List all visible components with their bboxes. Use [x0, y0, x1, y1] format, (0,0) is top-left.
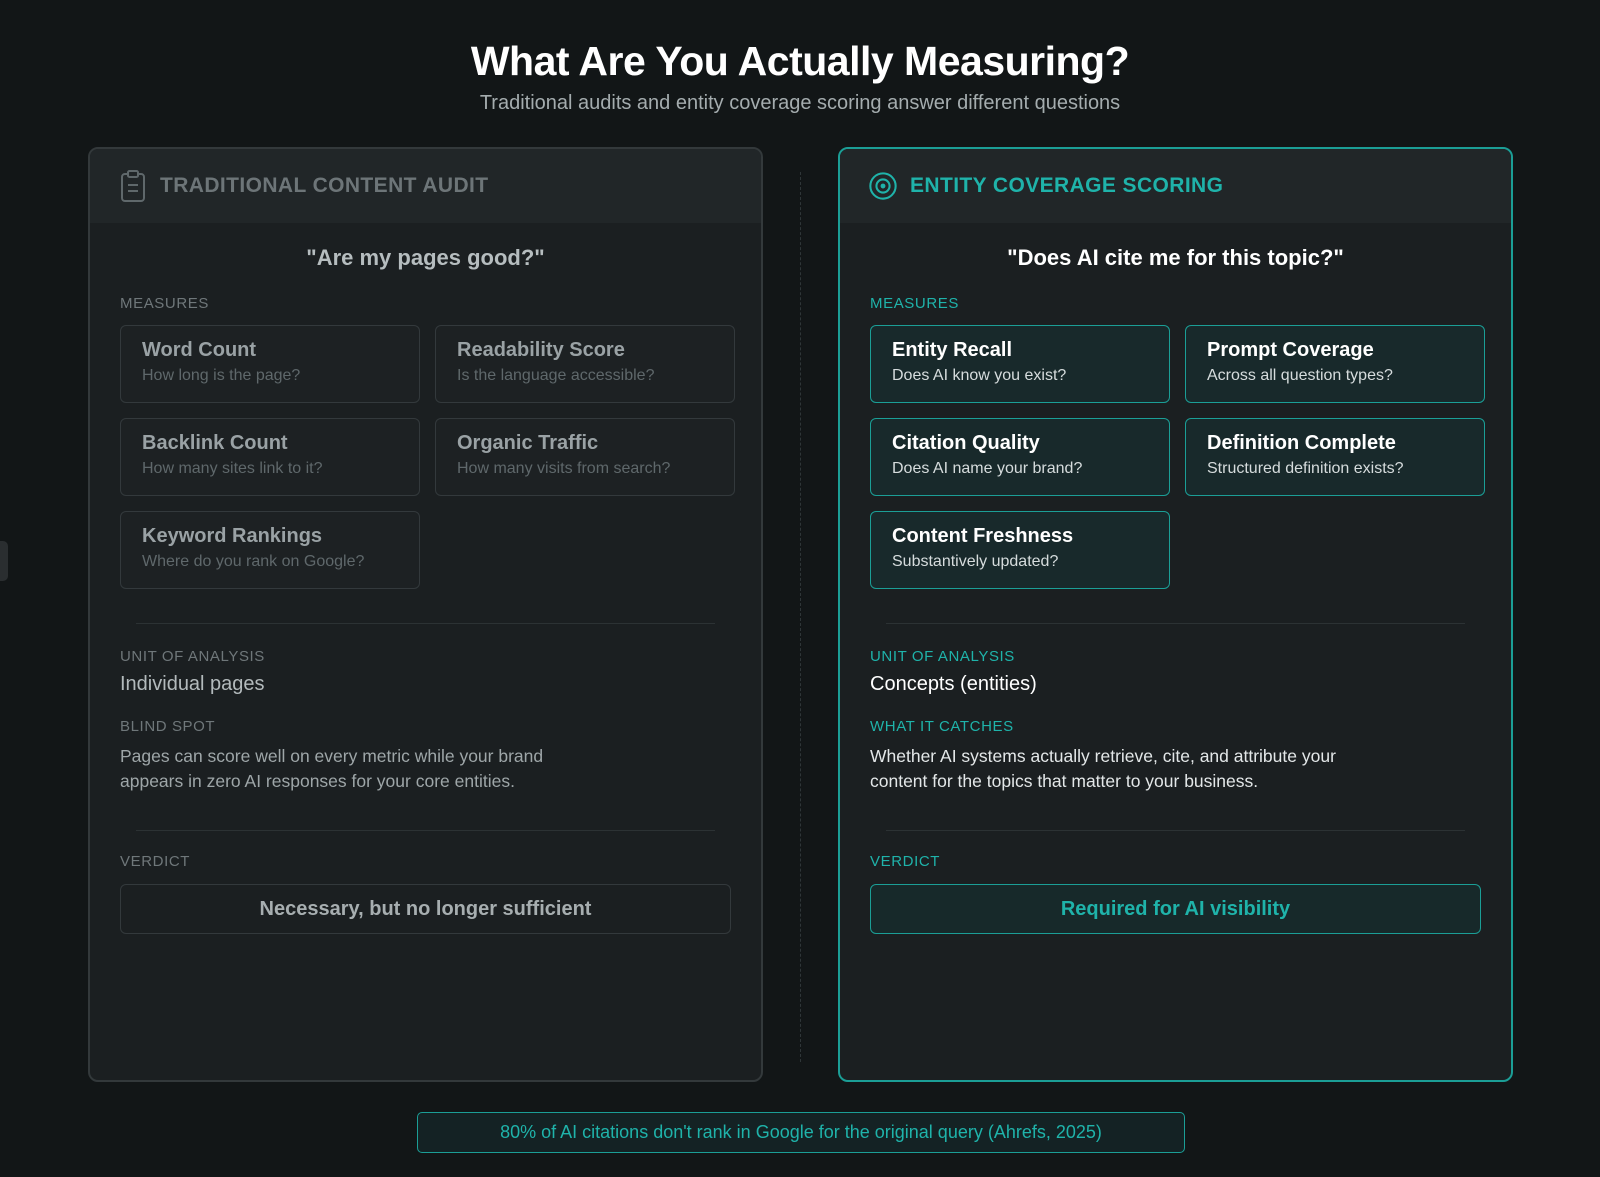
measures-grid: Entity Recall Does AI know you exist? Pr… — [870, 325, 1485, 589]
verdict-box: Required for AI visibility — [870, 884, 1481, 934]
page-subtitle: Traditional audits and entity coverage s… — [479, 92, 1121, 114]
measure-subtitle: Where do you rank on Google? — [142, 553, 365, 570]
panel-question: "Are my pages good?" — [306, 245, 545, 270]
panel-header: TRADITIONAL CONTENT AUDIT — [90, 149, 761, 223]
measures-label: MEASURES — [870, 295, 959, 312]
verdict-label: VERDICT — [120, 853, 191, 870]
verdict-box: Necessary, but no longer sufficient — [120, 884, 731, 934]
blind-spot-label: BLIND SPOT — [120, 718, 216, 735]
measure-card-readability-score: Readability Score Is the language access… — [435, 325, 735, 403]
verdict-label: VERDICT — [870, 853, 941, 870]
section-divider — [136, 830, 715, 831]
measure-card-keyword-rankings: Keyword Rankings Where do you rank on Go… — [120, 511, 420, 589]
measure-subtitle: How many visits from search? — [457, 460, 671, 477]
what-it-catches-label: WHAT IT CATCHES — [870, 718, 1014, 735]
entity-coverage-panel: ENTITY COVERAGE SCORING "Does AI cite me… — [838, 147, 1513, 1082]
measure-title: Citation Quality — [892, 432, 1040, 454]
footer-stat-note: 80% of AI citations don't rank in Google… — [417, 1112, 1185, 1153]
measure-card-backlink-count: Backlink Count How many sites link to it… — [120, 418, 420, 496]
what-it-catches-text: Whether AI systems actually retrieve, ci… — [870, 746, 1336, 791]
measure-title: Backlink Count — [142, 432, 288, 454]
measure-card-definition-complete: Definition Complete Structured definitio… — [1185, 418, 1485, 496]
edge-handle[interactable] — [0, 541, 8, 581]
panel-header: ENTITY COVERAGE SCORING — [840, 149, 1511, 223]
section-divider — [886, 830, 1465, 831]
panel-title: TRADITIONAL CONTENT AUDIT — [160, 174, 489, 197]
measure-title: Content Freshness — [892, 525, 1074, 547]
unit-label: UNIT OF ANALYSIS — [120, 648, 265, 665]
panel-title: ENTITY COVERAGE SCORING — [910, 174, 1224, 197]
measure-card-prompt-coverage: Prompt Coverage Across all question type… — [1185, 325, 1485, 403]
unit-label: UNIT OF ANALYSIS — [870, 648, 1015, 665]
measures-label: MEASURES — [120, 295, 209, 312]
measure-card-content-freshness: Content Freshness Substantively updated? — [870, 511, 1170, 589]
measure-title: Word Count — [142, 339, 257, 361]
measure-title: Prompt Coverage — [1207, 339, 1374, 361]
measure-subtitle: Substantively updated? — [892, 553, 1059, 570]
measures-grid: Word Count How long is the page? Readabi… — [120, 325, 735, 589]
measure-subtitle: How long is the page? — [142, 367, 301, 384]
measure-card-word-count: Word Count How long is the page? — [120, 325, 420, 403]
unit-value: Concepts (entities) — [870, 673, 1037, 695]
blind-spot-text: Pages can score well on every metric whi… — [120, 746, 544, 791]
target-icon — [868, 169, 898, 203]
unit-value: Individual pages — [120, 673, 265, 695]
section-divider — [136, 623, 715, 624]
measure-subtitle: Does AI name your brand? — [892, 460, 1083, 477]
measure-card-entity-recall: Entity Recall Does AI know you exist? — [870, 325, 1170, 403]
page-title: What Are You Actually Measuring? — [470, 38, 1130, 84]
measure-title: Keyword Rankings — [142, 525, 323, 547]
measure-subtitle: Does AI know you exist? — [892, 367, 1067, 384]
center-divider — [800, 172, 801, 1062]
measure-title: Entity Recall — [892, 339, 1013, 361]
measure-subtitle: Is the language accessible? — [457, 367, 655, 384]
measure-title: Readability Score — [457, 339, 625, 361]
traditional-audit-panel: TRADITIONAL CONTENT AUDIT "Are my pages … — [88, 147, 763, 1082]
measure-title: Organic Traffic — [457, 432, 599, 454]
measure-card-citation-quality: Citation Quality Does AI name your brand… — [870, 418, 1170, 496]
measure-subtitle: How many sites link to it? — [142, 460, 323, 477]
section-divider — [886, 623, 1465, 624]
panel-question: "Does AI cite me for this topic?" — [1007, 245, 1344, 270]
clipboard-icon — [118, 169, 148, 203]
measure-card-organic-traffic: Organic Traffic How many visits from sea… — [435, 418, 735, 496]
measure-subtitle: Across all question types? — [1207, 367, 1393, 384]
measure-subtitle: Structured definition exists? — [1207, 460, 1404, 477]
measure-title: Definition Complete — [1207, 432, 1396, 454]
